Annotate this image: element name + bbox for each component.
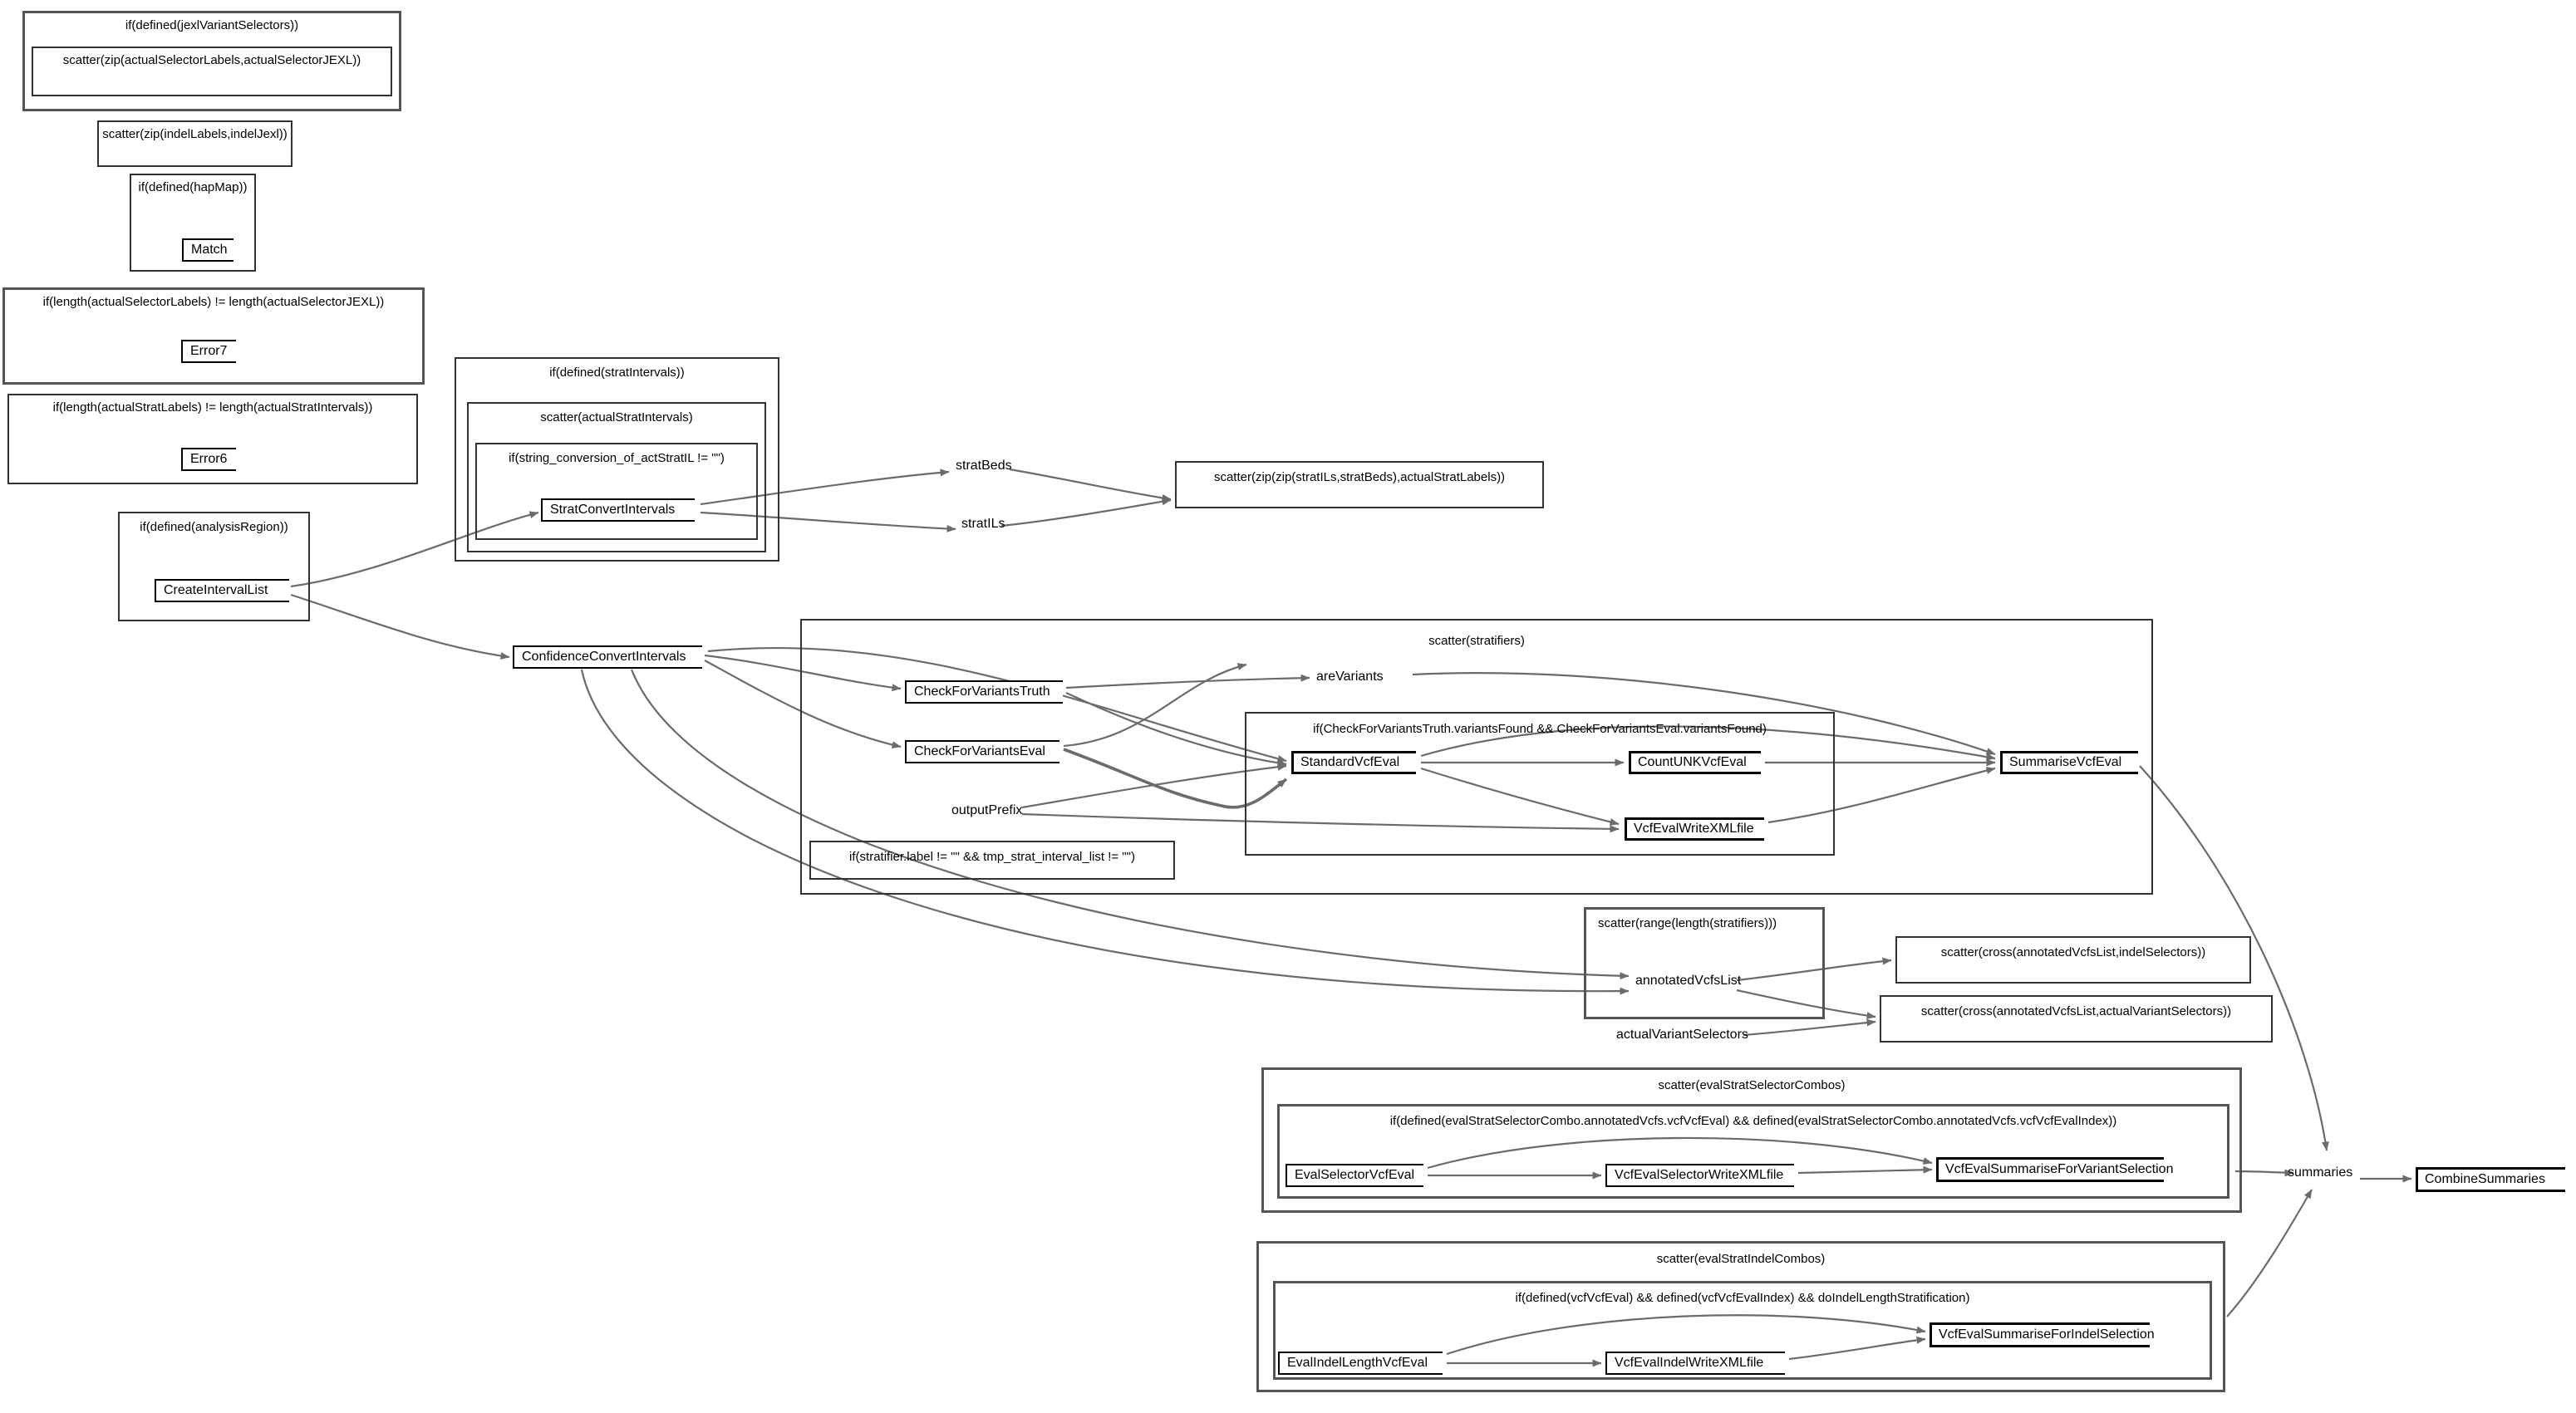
group-scatter-zip-indel-labels: scatter(zip(indelLabels,indelJexl))	[97, 120, 293, 167]
call-node-combine-summaries[interactable]: CombineSummaries	[2416, 1167, 2565, 1192]
group-title: scatter(evalStratSelectorCombos)	[1658, 1078, 1846, 1092]
value-node-strat-ils: stratILs	[961, 517, 1005, 531]
call-label: VcfEvalSummariseForVariantSelection	[1945, 1162, 2174, 1176]
call-label: CheckForVariantsTruth	[914, 684, 1050, 699]
call-label: Error6	[190, 452, 228, 466]
value-node-annotated-vcfs-list: annotatedVcfsList	[1635, 974, 1742, 988]
call-node-strat-convert-intervals[interactable]: StratConvertIntervals	[541, 498, 695, 522]
call-label: ConfidenceConvertIntervals	[522, 650, 686, 664]
call-node-vcf-eval-summarise-for-indel-selection[interactable]: VcfEvalSummariseForIndelSelection	[1930, 1322, 2155, 1347]
group-title: if(defined(jexlVariantSelectors))	[125, 18, 299, 32]
call-node-check-for-variants-eval[interactable]: CheckForVariantsEval	[905, 740, 1059, 763]
call-label: CountUNKVcfEval	[1638, 755, 1747, 769]
call-label: Match	[191, 243, 228, 257]
group-title: if(defined(stratIntervals))	[549, 366, 685, 380]
call-label: CombineSummaries	[2425, 1172, 2545, 1186]
call-node-error7[interactable]: Error7	[181, 340, 236, 363]
group-title: if(length(actualStratLabels) != length(a…	[52, 400, 373, 415]
call-label: StandardVcfEval	[1300, 755, 1400, 769]
group-title: scatter(zip(zip(stratILs,stratBeds),actu…	[1213, 470, 1506, 484]
group-if-stratifier-label-and-interval-list: if(stratifier.label != "" && tmp_strat_i…	[809, 841, 1175, 880]
group-title: if(defined(evalStratSelectorCombo.annota…	[1389, 1114, 2117, 1128]
call-node-create-interval-list[interactable]: CreateIntervalList	[155, 579, 289, 602]
call-label: VcfEvalWriteXMLfile	[1634, 822, 1754, 836]
group-title: if(string_conversion_of_actStratIL != ""…	[509, 451, 725, 465]
call-node-standard-vcf-eval[interactable]: StandardVcfEval	[1291, 751, 1416, 774]
value-node-output-prefix: outputPrefix	[951, 803, 1023, 817]
group-title: scatter(evalStratIndelCombos)	[1656, 1252, 1826, 1266]
value-node-strat-beds: stratBeds	[956, 459, 1012, 473]
group-if-string-conversion-actstratil: if(string_conversion_of_actStratIL != ""…	[475, 443, 758, 540]
group-scatter-zip-actual-selector: scatter(zip(actualSelectorLabels,actualS…	[32, 47, 392, 96]
group-title: if(defined(hapMap))	[138, 180, 248, 194]
group-title: if(defined(analysisRegion))	[140, 520, 288, 534]
group-title: scatter(actualStratIntervals)	[540, 410, 693, 424]
group-scatter-range-length-stratifiers: scatter(range(length(stratifiers)))	[1584, 907, 1825, 1019]
group-scatter-cross-annotated-actual-variant-selectors: scatter(cross(annotatedVcfsList,actualVa…	[1880, 995, 2273, 1043]
value-node-summaries: summaries	[2288, 1165, 2353, 1180]
call-node-confidence-convert-intervals[interactable]: ConfidenceConvertIntervals	[513, 645, 702, 669]
call-node-vcf-eval-write-xml-file[interactable]: VcfEvalWriteXMLfile	[1625, 817, 1764, 841]
call-label: VcfEvalSelectorWriteXMLfile	[1615, 1168, 1784, 1182]
call-node-eval-selector-vcf-eval[interactable]: EvalSelectorVcfEval	[1286, 1164, 1423, 1187]
call-node-check-for-variants-truth[interactable]: CheckForVariantsTruth	[905, 680, 1063, 704]
call-node-vcf-eval-selector-write-xml-file[interactable]: VcfEvalSelectorWriteXMLfile	[1605, 1164, 1794, 1187]
group-title: scatter(range(length(stratifiers)))	[1598, 916, 1777, 930]
call-label: EvalIndelLengthVcfEval	[1287, 1356, 1428, 1370]
call-label: SummariseVcfEval	[2009, 755, 2122, 769]
group-title: scatter(zip(actualSelectorLabels,actualS…	[62, 53, 361, 67]
call-label: VcfEvalSummariseForIndelSelection	[1939, 1327, 2155, 1342]
group-title: if(stratifier.label != "" && tmp_strat_i…	[849, 850, 1135, 864]
group-title: scatter(zip(indelLabels,indelJexl))	[102, 127, 288, 141]
value-node-actual-variant-selectors: actualVariantSelectors	[1616, 1028, 1748, 1042]
call-node-vcf-eval-summarise-for-variant-selection[interactable]: VcfEvalSummariseForVariantSelection	[1936, 1157, 2173, 1182]
workflow-diagram-canvas: if(defined(jexlVariantSelectors)) scatte…	[0, 0, 2576, 1413]
group-if-length-selector-labels-mismatch: if(length(actualSelectorLabels) != lengt…	[2, 287, 425, 385]
call-node-error6[interactable]: Error6	[181, 448, 236, 471]
call-label: Error7	[190, 344, 228, 358]
group-title: scatter(cross(annotatedVcfsList,indelSel…	[1940, 945, 2206, 959]
group-title: if(length(actualSelectorLabels) != lengt…	[42, 295, 385, 309]
group-title: if(defined(vcfVcfEval) && defined(vcfVcf…	[1515, 1291, 1970, 1305]
call-label: CheckForVariantsEval	[914, 744, 1045, 758]
call-label: StratConvertIntervals	[550, 503, 676, 517]
call-label: VcfEvalIndelWriteXMLfile	[1615, 1356, 1764, 1370]
call-node-eval-indel-length-vcf-eval[interactable]: EvalIndelLengthVcfEval	[1278, 1352, 1443, 1375]
group-scatter-cross-annotated-indel-selectors: scatter(cross(annotatedVcfsList,indelSel…	[1895, 936, 2251, 984]
call-node-match[interactable]: Match	[182, 238, 234, 262]
group-title: scatter(stratifiers)	[1428, 634, 1525, 648]
group-title: scatter(cross(annotatedVcfsList,actualVa…	[1920, 1004, 2232, 1018]
group-title: if(CheckForVariantsTruth.variantsFound &…	[1313, 722, 1767, 736]
call-label: EvalSelectorVcfEval	[1295, 1168, 1415, 1182]
call-label: CreateIntervalList	[164, 583, 268, 597]
group-if-defined-analysis-region: if(defined(analysisRegion))	[118, 512, 310, 621]
call-node-count-unk-vcf-eval[interactable]: CountUNKVcfEval	[1629, 751, 1761, 774]
call-node-summarise-vcf-eval[interactable]: SummariseVcfEval	[2000, 751, 2138, 774]
value-node-are-variants: areVariants	[1316, 670, 1384, 684]
group-scatter-zip-zip-stratils-stratbeds: scatter(zip(zip(stratILs,stratBeds),actu…	[1175, 461, 1544, 508]
call-node-vcf-eval-indel-write-xml-file[interactable]: VcfEvalIndelWriteXMLfile	[1605, 1352, 1785, 1375]
